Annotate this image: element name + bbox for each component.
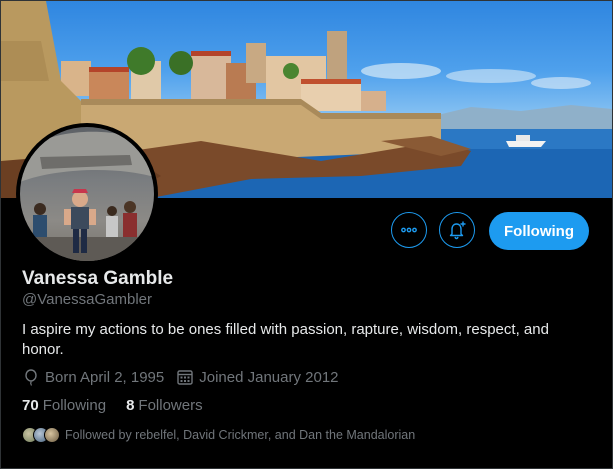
birthday-text: Born April 2, 1995 xyxy=(45,368,165,386)
birthday-item: Born April 2, 1995 xyxy=(22,368,164,386)
followers-count-link[interactable]: 8 Followers xyxy=(126,397,203,414)
profile-bio: I aspire my actions to be ones filled wi… xyxy=(22,321,549,358)
following-button[interactable]: Following xyxy=(489,212,589,250)
follow-counts: 70 Following 8 Followers xyxy=(22,397,223,414)
balloon-icon xyxy=(25,369,37,386)
display-name: Vanessa Gamble xyxy=(22,268,174,289)
more-options-button[interactable] xyxy=(391,212,427,248)
user-handle: @VanessaGambler xyxy=(22,291,153,308)
avatar-photo xyxy=(20,127,154,261)
profile-card: Following Vanessa Gamble @VanessaGambler… xyxy=(0,0,613,469)
followed-by-link[interactable]: Followed by rebelfel, David Crickmer, an… xyxy=(22,427,415,443)
profile-meta: Born April 2, 1995 Joined January 2012 xyxy=(22,368,351,386)
joined-item: Joined January 2012 xyxy=(176,368,339,386)
followers-count: 8 xyxy=(126,397,135,414)
bell-plus-icon xyxy=(449,221,466,240)
profile-avatar[interactable] xyxy=(16,123,158,265)
joined-text: Joined January 2012 xyxy=(199,368,339,386)
follower-avatar xyxy=(44,427,60,443)
following-count: 70 xyxy=(22,397,39,414)
more-horizontal-icon xyxy=(401,227,417,233)
follower-avatars xyxy=(22,427,60,443)
followed-by-text: Followed by rebelfel, David Crickmer, an… xyxy=(65,428,416,442)
followers-count-label: Followers xyxy=(138,397,203,414)
notifications-button[interactable] xyxy=(439,212,475,248)
calendar-icon xyxy=(177,370,193,385)
following-count-link[interactable]: 70 Following xyxy=(22,397,106,414)
following-count-label: Following xyxy=(42,397,107,414)
